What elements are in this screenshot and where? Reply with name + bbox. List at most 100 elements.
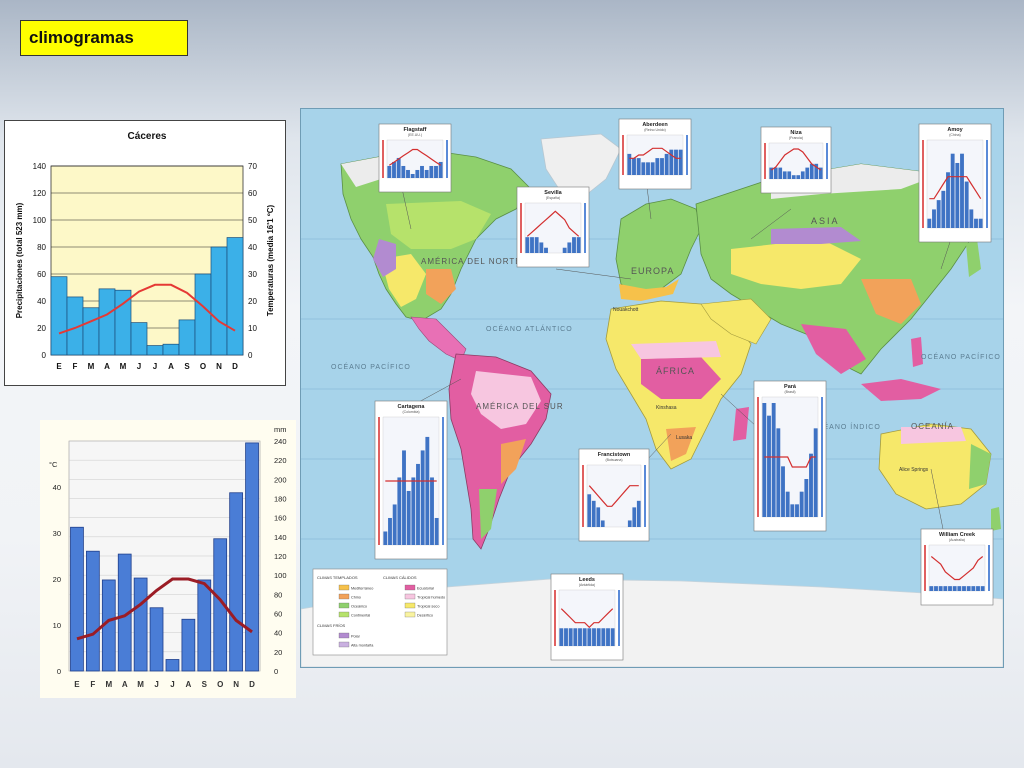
- mini-bar: [420, 450, 425, 545]
- mini-bar: [601, 628, 606, 646]
- precip-bar: [146, 345, 164, 356]
- south-america-south: [501, 439, 526, 484]
- x-tick-label: E: [74, 680, 80, 689]
- y-tick-label: 20: [37, 324, 46, 333]
- legend-item-label: Chino: [351, 596, 361, 600]
- legend-item-label: Polar: [351, 635, 361, 639]
- x-tick-label: S: [202, 680, 208, 689]
- x-tick-label: A: [104, 362, 110, 371]
- precip-bar: [226, 237, 244, 356]
- mini-bar: [650, 162, 655, 175]
- mini-bar: [660, 158, 664, 175]
- label-america-sur: AMÉRICA DEL SUR: [476, 402, 564, 411]
- legend-item-label: Tropical húmedo: [417, 596, 445, 600]
- mini-climogram-subtitle: (Brasil): [784, 390, 795, 394]
- mini-climogram: Amoy(China): [918, 123, 992, 243]
- mini-bar: [559, 628, 564, 646]
- mini-bar: [804, 479, 809, 517]
- mini-bar: [582, 628, 587, 646]
- mini-bar: [978, 218, 983, 228]
- europe-shape: [615, 198, 702, 295]
- y-tick-label: 100: [33, 216, 47, 225]
- mini-bar: [664, 153, 669, 175]
- precip-bar: [149, 607, 164, 672]
- y-right-tick-label: 40: [274, 629, 282, 638]
- precip-bar: [245, 442, 259, 672]
- mini-bar: [632, 158, 636, 175]
- legend-item-label: Tropical seco: [417, 605, 439, 609]
- mini-bar: [525, 237, 530, 253]
- mini-bar: [572, 237, 576, 253]
- legend-group-calidos: CLIMAS CÁLIDOS: [383, 575, 417, 580]
- legend-swatch: [404, 584, 416, 591]
- x-tick-label: J: [154, 680, 158, 689]
- mini-bar: [592, 628, 596, 646]
- mini-climogram-subtitle: (Botsuana): [605, 458, 622, 462]
- legend-swatch: [338, 584, 350, 591]
- y-left-tick-label: 30: [53, 529, 61, 538]
- north-america-continental: [386, 201, 491, 249]
- map-legend: CLIMAS TEMPLADOS CLIMAS CÁLIDOS CLIMAS F…: [312, 568, 448, 656]
- mini-bar: [544, 247, 548, 253]
- mini-climogram-subtitle: (Colombia): [402, 410, 419, 414]
- legend-swatch: [404, 602, 416, 609]
- mini-bar: [776, 428, 781, 517]
- mini-bar: [809, 163, 814, 179]
- mini-bar: [962, 586, 966, 591]
- legend-item-label: Mediterráneo: [351, 587, 373, 591]
- mini-bar: [429, 165, 434, 178]
- y-left-tick-label: 0: [57, 667, 61, 676]
- x-tick-label: O: [217, 680, 223, 689]
- mini-bar: [781, 466, 785, 517]
- y-tick-label: 0: [42, 351, 47, 360]
- mini-bar: [929, 586, 934, 591]
- mini-bar: [950, 153, 955, 228]
- y-right-tick-label: 120: [274, 552, 287, 561]
- mini-climogram-subtitle: (Francia): [789, 136, 803, 140]
- mini-bar: [406, 490, 411, 545]
- mini-bar: [955, 162, 960, 228]
- mini-bar: [402, 450, 406, 545]
- mini-bar: [564, 628, 568, 646]
- x-tick-label: S: [184, 362, 190, 371]
- label-europa: EUROPA: [631, 266, 674, 276]
- label-oceano-pacifico-e: OCÉANO PACÍFICO: [921, 352, 1001, 361]
- label-africa: ÁFRICA: [656, 366, 695, 376]
- mini-bar: [568, 628, 573, 646]
- mini-bar: [952, 586, 957, 591]
- mini-bar: [576, 237, 581, 253]
- mini-bar: [596, 507, 601, 527]
- mini-bar: [388, 517, 392, 545]
- mini-bar: [782, 171, 787, 179]
- legend-item-label: Alta montaña: [351, 644, 374, 648]
- y-right-tick-label: 20: [274, 648, 282, 657]
- mini-bar: [416, 463, 420, 545]
- philippines-shape: [911, 337, 923, 367]
- y-right-tick-label: 240: [274, 437, 287, 446]
- precip-bar: [50, 276, 68, 356]
- x-tick-label: A: [168, 362, 174, 371]
- y-right-tick-label: 200: [274, 475, 287, 484]
- y-left-unit: °C: [49, 460, 58, 469]
- mini-bar: [591, 500, 596, 527]
- mini-bar: [383, 531, 388, 545]
- label-oceano-atlantico: OCÉANO ATLÁNTICO: [486, 324, 573, 333]
- y-right-tick-label: 180: [274, 495, 287, 504]
- mini-bar: [606, 628, 610, 646]
- mini-bar: [646, 162, 650, 175]
- y2-tick-label: 40: [248, 243, 257, 252]
- y2-tick-label: 20: [248, 297, 257, 306]
- place-kinshasa: Kinshasa: [656, 405, 677, 411]
- place-nouakchott: Nouakchott: [613, 307, 639, 313]
- africa-tropical-dry: [631, 341, 721, 359]
- mini-climogram-subtitle: (Australia): [949, 538, 965, 542]
- mini-bar: [627, 153, 632, 175]
- precip-bar: [210, 246, 228, 356]
- precip-bar: [133, 577, 148, 672]
- precip-bar: [130, 322, 148, 356]
- y-tick-label: 40: [37, 297, 46, 306]
- mini-bar: [809, 453, 813, 517]
- y-right-tick-label: 220: [274, 456, 287, 465]
- x-tick-label: M: [137, 680, 144, 689]
- label-asia: ASIA: [811, 216, 840, 226]
